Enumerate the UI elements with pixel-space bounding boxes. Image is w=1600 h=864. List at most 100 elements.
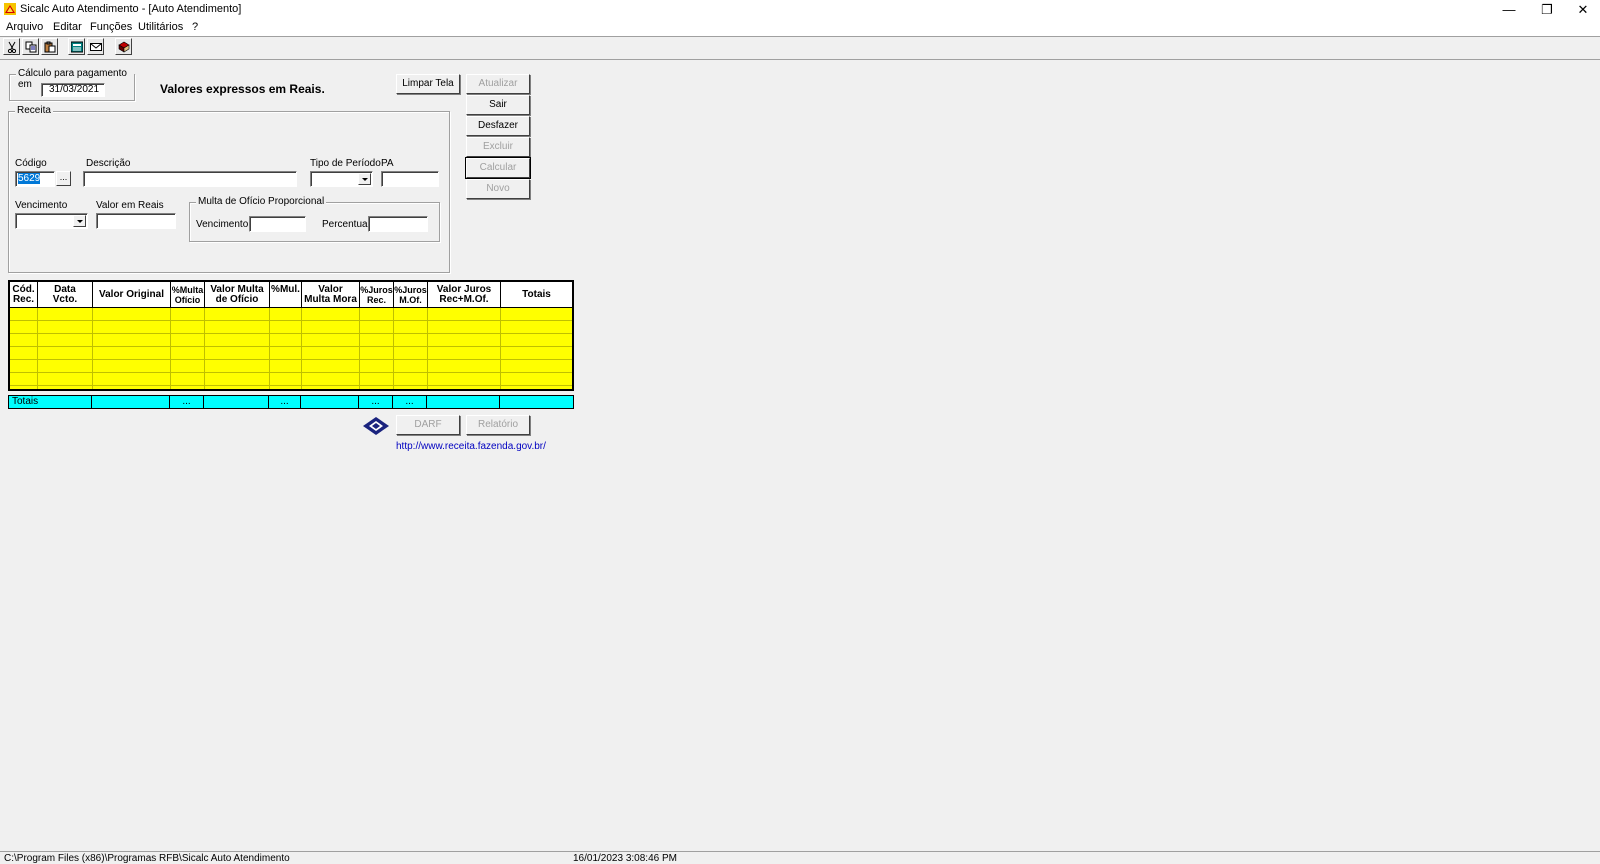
multa-vencimento-label: Vencimento:	[196, 219, 252, 230]
minimize-button[interactable]: —	[1490, 0, 1528, 19]
book-button[interactable]	[115, 38, 132, 55]
valores-reais-label: Valores expressos em Reais.	[160, 82, 325, 96]
header-juros-rec-pct: %Juros Rec.	[360, 282, 394, 308]
tipo-periodo-label: Tipo de Período	[310, 158, 381, 169]
menu-arquivo[interactable]: Arquivo	[6, 21, 43, 33]
excluir-label: Excluir	[482, 141, 513, 152]
grid-column-divider	[269, 308, 270, 389]
codigo-field[interactable]: 5629	[15, 171, 55, 187]
copy-button[interactable]	[22, 38, 39, 55]
paste-button[interactable]	[41, 38, 58, 55]
table-row[interactable]	[10, 334, 572, 347]
multa-percentual-label: Percentual:	[322, 219, 373, 230]
valor-reais-label: Valor em Reais	[96, 200, 164, 211]
calculator-button[interactable]	[68, 38, 85, 55]
atualizar-label: Atualizar	[478, 78, 518, 89]
desfazer-button[interactable]: Desfazer	[466, 116, 530, 136]
totals-cell: ...	[170, 396, 204, 408]
totals-cell	[92, 396, 170, 408]
totals-cell	[301, 396, 359, 408]
darf-button[interactable]: DARF	[396, 415, 460, 435]
status-datetime: 16/01/2023 3:08:46 PM	[573, 853, 677, 864]
menu-editar[interactable]: Editar	[53, 21, 82, 33]
pa-field[interactable]	[381, 171, 439, 187]
close-button[interactable]: ✕	[1564, 0, 1600, 19]
totals-cell: ...	[359, 396, 393, 408]
cut-icon	[7, 41, 17, 53]
grid-column-divider	[359, 308, 360, 389]
title-bar: Sicalc Auto Atendimento - [Auto Atendime…	[0, 0, 1600, 19]
calcular-button[interactable]: Calcular	[465, 157, 531, 179]
header-totais: Totais	[501, 282, 572, 308]
receita-website-link[interactable]: http://www.receita.fazenda.gov.br/	[396, 441, 546, 452]
totals-cell	[427, 396, 500, 408]
payment-date-field[interactable]: 31/03/2021	[41, 83, 105, 97]
sair-label: Sair	[489, 99, 507, 110]
multa-vencimento-field[interactable]	[249, 216, 306, 232]
atualizar-button[interactable]: Atualizar	[466, 74, 530, 94]
table-row[interactable]	[10, 347, 572, 360]
totals-cell	[500, 396, 573, 408]
novo-button[interactable]: Novo	[466, 179, 530, 199]
codigo-value: 5629	[18, 173, 41, 184]
multa-group: Multa de Ofício Proporcional Vencimento:…	[189, 196, 440, 242]
grid-column-divider	[204, 308, 205, 389]
limpar-tela-button[interactable]: Limpar Tela	[396, 74, 460, 94]
grid-column-divider	[92, 308, 93, 389]
pa-label: PA	[381, 158, 394, 169]
totals-cell: ...	[393, 396, 427, 408]
multa-group-label: Multa de Ofício Proporcional	[196, 196, 327, 207]
header-valor-original: Valor Original	[93, 282, 171, 308]
receita-group-label: Receita	[15, 105, 53, 116]
tipo-periodo-dropdown-icon[interactable]	[358, 173, 371, 185]
valor-reais-field[interactable]	[96, 213, 176, 229]
totals-cell	[204, 396, 269, 408]
cut-button[interactable]	[3, 38, 20, 55]
grid-column-divider	[427, 308, 428, 389]
codigo-browse-button[interactable]: ...	[56, 171, 71, 186]
multa-percentual-field[interactable]	[368, 216, 428, 232]
header-valor-multa-oficio: Valor Multa de Ofício	[205, 282, 270, 308]
results-grid[interactable]: Cód. Rec. Data Vcto. Valor Original %Multa…	[8, 280, 574, 391]
calcular-label: Calcular	[479, 162, 517, 173]
table-row[interactable]	[10, 360, 572, 373]
totals-cell: ...	[269, 396, 301, 408]
header-juros-mof-pct: %Juros M.Of.	[394, 282, 428, 308]
table-row[interactable]	[10, 373, 572, 386]
relatorio-button[interactable]: Relatório	[466, 415, 530, 435]
envelope-icon	[90, 43, 102, 51]
tipo-periodo-select[interactable]	[310, 171, 373, 187]
envelope-button[interactable]	[87, 38, 104, 55]
table-row[interactable]	[10, 308, 572, 321]
menu-funcoes[interactable]: Funções	[90, 21, 132, 33]
status-bar: C:\Program Files (x86)\Programas RFB\Sic…	[0, 851, 1600, 864]
restore-button[interactable]: ❐	[1528, 0, 1566, 19]
darf-label: DARF	[414, 419, 442, 430]
vencimento-select[interactable]	[15, 213, 88, 229]
book-icon	[118, 41, 130, 53]
descricao-field[interactable]	[83, 171, 297, 187]
excluir-button[interactable]: Excluir	[466, 137, 530, 157]
menu-utilitarios[interactable]: Utilitários	[138, 21, 183, 33]
toolbar	[0, 37, 1600, 60]
copy-icon	[25, 41, 37, 53]
limpar-tela-label: Limpar Tela	[402, 78, 454, 89]
paste-icon	[44, 41, 56, 53]
totals-row: Totais ... ... ... ...	[8, 395, 574, 409]
totals-label: Totais	[9, 396, 92, 408]
calculo-group: Cálculo para pagamento em 31/03/2021	[9, 68, 135, 101]
desfazer-label: Desfazer	[477, 120, 518, 131]
app-icon	[4, 3, 16, 15]
grid-column-divider	[301, 308, 302, 389]
header-valor-multa-mora: Valor Multa Mora	[302, 282, 360, 308]
grid-column-divider	[500, 308, 501, 389]
receita-federal-logo-icon	[363, 417, 389, 435]
relatorio-label: Relatório	[477, 419, 519, 430]
vencimento-label: Vencimento	[15, 200, 68, 211]
table-row[interactable]	[10, 321, 572, 334]
grid-column-divider	[170, 308, 171, 389]
vencimento-dropdown-icon[interactable]	[73, 215, 86, 227]
grid-column-divider	[37, 308, 38, 389]
sair-button[interactable]: Sair	[466, 95, 530, 115]
menu-help[interactable]: ?	[192, 21, 198, 33]
